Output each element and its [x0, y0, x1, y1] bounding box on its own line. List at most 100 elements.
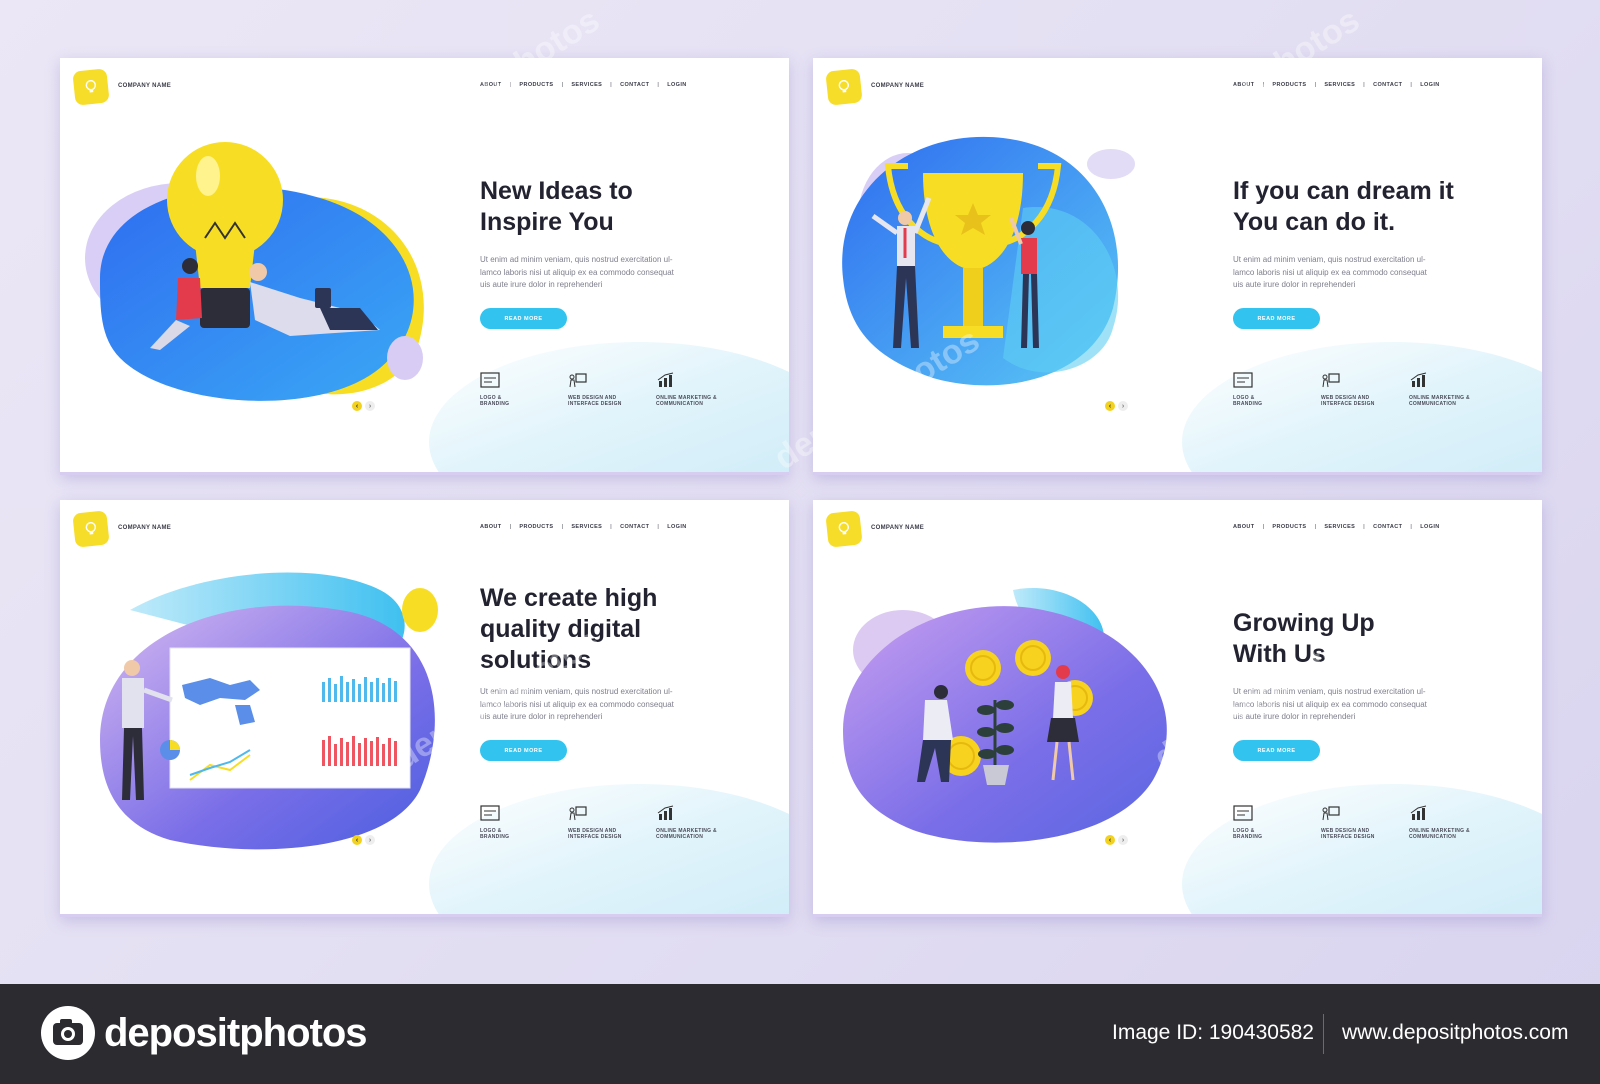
- nav-about[interactable]: ABOUT: [1233, 82, 1263, 88]
- services-row: LOGO & BRANDING WEB DESIGN AND INTERFACE…: [1233, 372, 1497, 407]
- nav-contact[interactable]: CONTACT: [612, 82, 657, 88]
- branding-icon: [1233, 805, 1253, 821]
- prev-arrow-icon[interactable]: ‹: [1105, 401, 1115, 411]
- next-arrow-icon[interactable]: ›: [365, 835, 375, 845]
- branding-icon: [480, 372, 500, 388]
- company-logo[interactable]: [72, 68, 110, 106]
- service-logo-branding[interactable]: LOGO & BRANDING: [480, 805, 568, 840]
- lightbulb-icon: [85, 521, 97, 535]
- main-nav: ABOUT | PRODUCTS | SERVICES | CONTACT | LOGI…: [1233, 524, 1448, 530]
- nav-services[interactable]: SERVICES: [1316, 524, 1363, 530]
- body-line: Ut enim ad minim veniam, quis nostrud ex…: [480, 687, 673, 696]
- headline-line: If you can dream it: [1233, 177, 1454, 205]
- body-line: uis aute irure dolor in reprehenderi: [480, 712, 603, 721]
- services-row: LOGO & BRANDING WEB DESIGN AND INTERFACE…: [480, 372, 744, 407]
- headline-line: With Us: [1233, 640, 1326, 668]
- body-line: uis aute irure dolor in reprehenderi: [480, 280, 603, 289]
- nav-contact[interactable]: CONTACT: [1365, 524, 1410, 530]
- branding-icon: [480, 805, 500, 821]
- nav-about[interactable]: ABOUT: [480, 524, 510, 530]
- image-id: Image ID: 190430582: [1112, 1021, 1314, 1044]
- company-name: COMPANY NAME: [118, 83, 172, 89]
- service-web-design[interactable]: WEB DESIGN AND INTERFACE DESIGN: [1321, 805, 1409, 840]
- read-more-button[interactable]: READ MORE: [1233, 740, 1320, 761]
- main-nav: ABOUT | PRODUCTS | SERVICES | CONTACT | LOGI…: [1233, 82, 1448, 88]
- headline-line: You can do it.: [1233, 208, 1396, 236]
- next-arrow-icon[interactable]: ›: [1118, 835, 1128, 845]
- nav-services[interactable]: SERVICES: [1316, 82, 1363, 88]
- headline-line: solutions: [480, 646, 592, 674]
- landing-card-digital: COMPANY NAME ABOUT | PRODUCTS | SERVICES | …: [60, 500, 789, 917]
- hero-headline: New Ideas to Inspire You: [480, 176, 770, 238]
- prev-arrow-icon[interactable]: ‹: [352, 401, 362, 411]
- company-logo[interactable]: [72, 510, 110, 548]
- marketing-icon: [657, 372, 674, 387]
- camera-logo-icon: [41, 1006, 95, 1060]
- slider-pager: ‹ ›: [352, 835, 375, 845]
- next-arrow-icon[interactable]: ›: [365, 401, 375, 411]
- nav-products[interactable]: PRODUCTS: [511, 524, 561, 530]
- service-logo-branding[interactable]: LOGO & BRANDING: [480, 372, 568, 407]
- landing-card-dream: COMPANY NAME ABOUT | PRODUCTS | SERVICES | …: [813, 58, 1542, 475]
- company-logo[interactable]: [825, 68, 863, 106]
- nav-products[interactable]: PRODUCTS: [511, 82, 561, 88]
- depositphotos-brand[interactable]: depositphotos: [40, 1004, 368, 1062]
- web-design-icon: [569, 373, 587, 388]
- body-line: uis aute irure dolor in reprehenderi: [1233, 712, 1356, 721]
- nav-services[interactable]: SERVICES: [563, 524, 610, 530]
- service-online-marketing[interactable]: ONLINE MARKETING & COMMUNICATION: [656, 805, 744, 840]
- service-web-design[interactable]: WEB DESIGN AND INTERFACE DESIGN: [568, 372, 656, 407]
- prev-arrow-icon[interactable]: ‹: [1105, 835, 1115, 845]
- nav-login[interactable]: LOGIN: [659, 82, 694, 88]
- read-more-button[interactable]: READ MORE: [480, 740, 567, 761]
- service-online-marketing[interactable]: ONLINE MARKETING & COMMUNICATION: [656, 372, 744, 407]
- body-line: Ut enim ad minim veniam, quis nostrud ex…: [1233, 687, 1426, 696]
- slider-pager: ‹ ›: [352, 401, 375, 411]
- nav-about[interactable]: ABOUT: [480, 82, 510, 88]
- read-more-button[interactable]: READ MORE: [1233, 308, 1320, 329]
- nav-login[interactable]: LOGIN: [1412, 524, 1447, 530]
- company-logo[interactable]: [825, 510, 863, 548]
- nav-login[interactable]: LOGIN: [659, 524, 694, 530]
- service-logo-branding[interactable]: LOGO & BRANDING: [1233, 805, 1321, 840]
- services-row: LOGO & BRANDING WEB DESIGN AND INTERFACE…: [1233, 805, 1497, 840]
- site-url[interactable]: www.depositphotos.com: [1342, 1021, 1568, 1045]
- next-arrow-icon[interactable]: ›: [1118, 401, 1128, 411]
- services-row: LOGO & BRANDING WEB DESIGN AND INTERFACE…: [480, 805, 744, 840]
- nav-contact[interactable]: CONTACT: [612, 524, 657, 530]
- nav-login[interactable]: LOGIN: [1412, 82, 1447, 88]
- nav-about[interactable]: ABOUT: [1233, 524, 1263, 530]
- nav-products[interactable]: PRODUCTS: [1264, 82, 1314, 88]
- service-logo-branding[interactable]: LOGO & BRANDING: [1233, 372, 1321, 407]
- web-design-icon: [1322, 806, 1340, 821]
- company-name: COMPANY NAME: [118, 525, 172, 531]
- headline-line: quality digital: [480, 615, 642, 643]
- body-line: lamco laboris nisi ut aliquip ex ea comm…: [480, 267, 674, 277]
- lightbulb-icon: [838, 521, 850, 535]
- body-line: uis aute irure dolor in reprehenderi: [1233, 280, 1356, 289]
- nav-contact[interactable]: CONTACT: [1365, 82, 1410, 88]
- body-line: Ut enim ad minim veniam, quis nostrud ex…: [480, 255, 673, 264]
- slider-pager: ‹ ›: [1105, 401, 1128, 411]
- service-online-marketing[interactable]: ONLINE MARKETING & COMMUNICATION: [1409, 372, 1497, 407]
- service-web-design[interactable]: WEB DESIGN AND INTERFACE DESIGN: [1321, 372, 1409, 407]
- marketing-icon: [1410, 805, 1427, 820]
- body-line: Ut enim ad minim veniam, quis nostrud ex…: [1233, 255, 1426, 264]
- nav-services[interactable]: SERVICES: [563, 82, 610, 88]
- landing-card-growing: COMPANY NAME ABOUT | PRODUCTS | SERVICES | …: [813, 500, 1542, 917]
- hero-headline: If you can dream it You can do it.: [1233, 176, 1523, 238]
- web-design-icon: [569, 806, 587, 821]
- hero-body-text: Ut enim ad minim veniam, quis nostrud ex…: [480, 254, 690, 292]
- headline-line: New Ideas to: [480, 177, 633, 205]
- company-name: COMPANY NAME: [871, 83, 925, 89]
- company-name: COMPANY NAME: [871, 525, 925, 531]
- nav-products[interactable]: PRODUCTS: [1264, 524, 1314, 530]
- brand-name: depositphotos: [104, 1010, 368, 1055]
- service-web-design[interactable]: WEB DESIGN AND INTERFACE DESIGN: [568, 805, 656, 840]
- service-online-marketing[interactable]: ONLINE MARKETING & COMMUNICATION: [1409, 805, 1497, 840]
- read-more-button[interactable]: READ MORE: [480, 308, 567, 329]
- lightbulb-icon: [838, 79, 850, 93]
- headline-line: Growing Up: [1233, 609, 1375, 637]
- prev-arrow-icon[interactable]: ‹: [352, 835, 362, 845]
- hero-headline: We create high quality digital solutions: [480, 583, 770, 676]
